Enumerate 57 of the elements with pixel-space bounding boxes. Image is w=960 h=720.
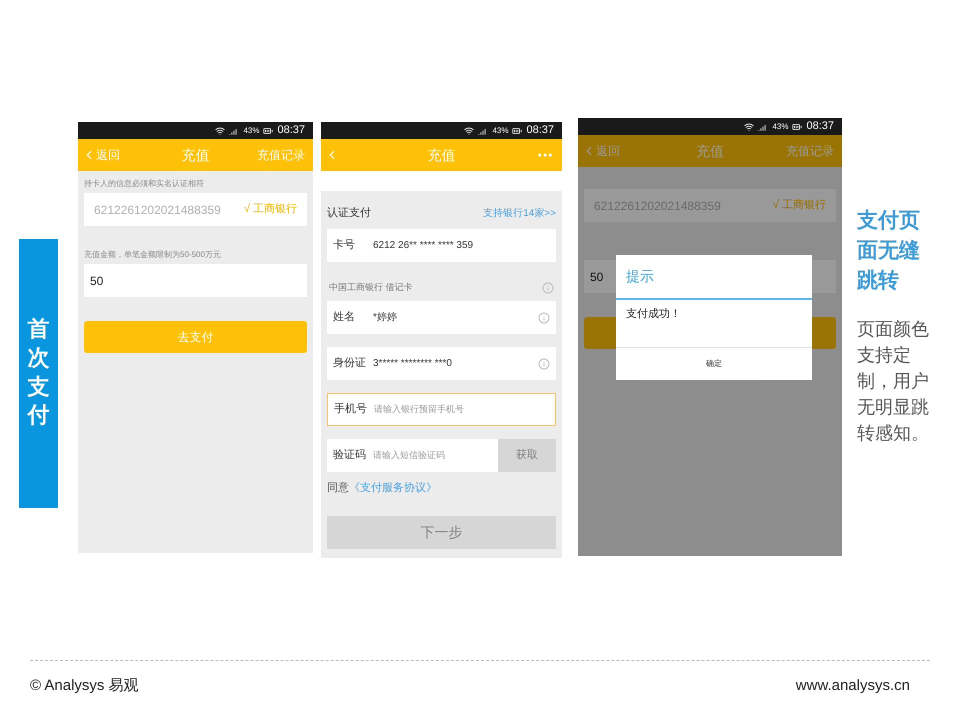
wifi-icon — [215, 126, 226, 136]
recharge-history-link[interactable]: 充值记录 — [786, 142, 834, 160]
side-label: 首次支付 — [28, 316, 50, 430]
supported-banks-link[interactable]: 支持银行14家>> — [483, 206, 556, 220]
battery-icon — [263, 126, 274, 136]
bank-name: √ 工商银行 — [772, 198, 826, 214]
card-number-field[interactable]: 6212261202021488359 √ 工商银行 — [84, 193, 307, 226]
back-label: 返回 — [596, 143, 620, 160]
dialog-message: 支付成功！ — [626, 308, 681, 321]
clock: 08:37 — [277, 125, 305, 136]
agree-label: 同意 — [327, 480, 349, 496]
card-number: 6212261202021488359 — [94, 202, 221, 218]
nav-title: 充值 — [426, 146, 456, 164]
phone-number-field[interactable]: 手机号 请输入银行预留手机号 — [327, 393, 556, 426]
battery-icon — [512, 126, 522, 136]
bank-name: √ 工商银行 — [244, 202, 297, 218]
phone-number-input[interactable]: 请输入银行预留手机号 — [374, 402, 549, 416]
bank-card-type: 中国工商银行 借记卡 — [329, 281, 413, 294]
agreement-link[interactable]: 《支付服务协议》 — [349, 480, 437, 496]
dialog-title: 提示 — [616, 255, 812, 300]
nav-title: 充值 — [695, 142, 725, 160]
section-title: 认证支付 — [327, 206, 371, 221]
battery-level: 43% — [243, 126, 260, 134]
nav-title: 充值 — [180, 146, 210, 164]
field-value: 3***** ******** ***0 — [373, 357, 453, 371]
field-label: 姓名 — [333, 310, 356, 326]
clock: 08:37 — [806, 121, 834, 132]
amount-value: 50 — [90, 272, 104, 290]
recharge-history-link[interactable]: 充值记录 — [257, 146, 305, 164]
field-label: 手机号 — [334, 402, 368, 418]
field-hint: 持卡人的信息必须和实名认证相符 — [84, 179, 205, 189]
field-value: *婷婷 — [373, 311, 398, 325]
field-hint: 充值金额，单笔金额限制为50-500万元 — [84, 250, 222, 260]
wifi-icon — [744, 122, 754, 132]
battery-level: 43% — [492, 126, 508, 134]
back-button[interactable]: 返回 — [582, 142, 652, 160]
field-label: 验证码 — [333, 448, 367, 464]
note-body: 页面颜色支持定制，用户无明显跳转感知。 — [857, 318, 930, 446]
back-button[interactable]: 返回 — [82, 146, 152, 164]
note-title: 支付页面无缝跳转 — [857, 207, 921, 294]
info-icon[interactable] — [538, 312, 550, 324]
clock: 08:37 — [526, 125, 554, 136]
pay-button[interactable]: 去支付 — [84, 321, 307, 353]
amount-value: 50 — [590, 268, 604, 286]
amount-field[interactable]: 50 — [84, 264, 307, 297]
back-label: 返回 — [96, 147, 120, 164]
website-url: www.analysys.cn — [796, 676, 910, 696]
field-label: 卡号 — [333, 238, 356, 254]
copyright: © Analysys 易观 — [30, 676, 139, 696]
battery-level: 43% — [772, 122, 788, 130]
wifi-icon — [464, 126, 474, 136]
field-value: 6212 26** **** **** 359 — [373, 239, 474, 253]
confirm-button[interactable]: 确定 — [616, 347, 812, 380]
battery-icon — [792, 122, 802, 132]
info-icon[interactable] — [542, 282, 554, 294]
field-label: 身份证 — [333, 356, 367, 372]
info-icon[interactable] — [538, 358, 550, 370]
